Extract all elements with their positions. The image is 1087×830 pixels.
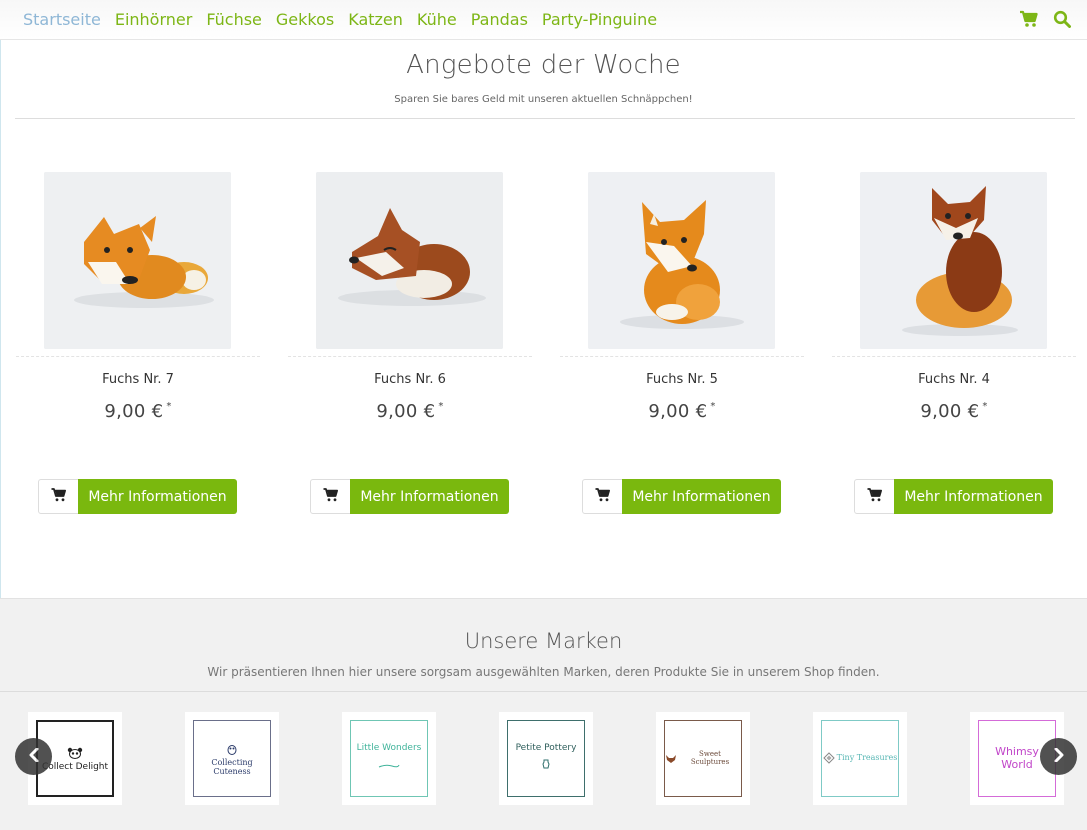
search-icon[interactable] <box>1053 10 1071 28</box>
carousel-prev-button[interactable] <box>15 738 52 775</box>
brands-divider <box>0 691 1087 692</box>
brands-subtitle: Wir präsentieren Ihnen hier unsere sorgs… <box>207 665 880 679</box>
nav-item-fuechse[interactable]: Füchse <box>199 10 269 30</box>
cart-icon <box>595 487 611 506</box>
brand-logo-petite-pottery[interactable]: Petite Pottery <box>499 712 593 805</box>
product-name[interactable]: Fuchs Nr. 6 <box>288 372 532 387</box>
product-price: 9,00 € * <box>560 401 804 422</box>
brand-frame: Sweet Sculptures <box>664 720 742 797</box>
brand-frame: Petite Pottery <box>507 720 585 797</box>
price-footnote-star: * <box>982 401 988 412</box>
offers-divider <box>15 118 1075 119</box>
product-divider <box>16 356 260 357</box>
brand-name: Sweet Sculptures <box>690 749 730 766</box>
product-divider <box>832 356 1076 357</box>
brand-name: Little Wonders <box>356 743 422 754</box>
fox-head-icon <box>665 749 677 768</box>
price-footnote-star: * <box>166 401 172 412</box>
cart-icon <box>867 487 883 506</box>
product-name[interactable]: Fuchs Nr. 7 <box>16 372 260 387</box>
brand-name: Petite Pottery <box>515 743 577 754</box>
price-value: 9,00 € <box>376 401 436 422</box>
brand-logo-little-wonders[interactable]: Little Wonders <box>342 712 436 805</box>
main-menu: Startseite Einhörner Füchse Gekkos Katze… <box>16 10 664 30</box>
offers-subtitle: Sparen Sie bares Geld mit unseren aktuel… <box>394 94 693 105</box>
cart-icon[interactable] <box>1019 10 1039 28</box>
product-card: Fuchs Nr. 5 9,00 € * Mehr Informationen <box>560 172 804 517</box>
nav-item-gekkos[interactable]: Gekkos <box>269 10 341 30</box>
product-price: 9,00 € * <box>288 401 532 422</box>
top-navigation: Startseite Einhörner Füchse Gekkos Katze… <box>0 0 1087 40</box>
product-divider <box>288 356 532 357</box>
product-image[interactable] <box>316 172 503 349</box>
diamond-icon <box>822 749 835 768</box>
price-value: 9,00 € <box>648 401 708 422</box>
vase-icon <box>541 754 551 773</box>
lizard-icon <box>378 754 400 773</box>
product-price: 9,00 € * <box>832 401 1076 422</box>
product-name[interactable]: Fuchs Nr. 5 <box>560 372 804 387</box>
brand-logo-tiny-treasures[interactable]: Tiny Treasures <box>813 712 907 805</box>
price-footnote-star: * <box>710 401 716 412</box>
more-info-button[interactable]: Mehr Informationen <box>622 479 781 514</box>
product-card: Fuchs Nr. 7 9,00 € * Mehr Informationen <box>16 172 260 517</box>
brand-frame: Collecting Cuteness <box>193 720 271 797</box>
nav-item-party-pinguine[interactable]: Party-Pinguine <box>535 10 664 30</box>
product-name[interactable]: Fuchs Nr. 4 <box>832 372 1076 387</box>
panda-icon <box>66 744 84 763</box>
carousel-next-button[interactable] <box>1040 738 1077 775</box>
cart-icon <box>51 487 67 506</box>
brand-name: Whimsy World <box>995 745 1039 771</box>
brands-title: Unsere Marken <box>464 629 623 653</box>
nav-item-pandas[interactable]: Pandas <box>464 10 535 30</box>
product-divider <box>560 356 804 357</box>
nav-item-startseite[interactable]: Startseite <box>16 10 108 30</box>
offers-title: Angebote der Woche <box>406 50 681 80</box>
brand-name: Tiny Treasures <box>836 753 898 763</box>
add-to-cart-button[interactable] <box>310 479 351 514</box>
add-to-cart-button[interactable] <box>582 479 623 514</box>
chevron-left-icon <box>28 747 40 766</box>
nav-item-katzen[interactable]: Katzen <box>341 10 410 30</box>
product-card: Fuchs Nr. 4 9,00 € * Mehr Informationen <box>832 172 1076 517</box>
owl-icon <box>226 740 238 759</box>
brand-frame: Little Wonders <box>350 720 428 797</box>
brand-frame: Tiny Treasures <box>821 720 899 797</box>
chevron-right-icon <box>1053 747 1065 766</box>
product-price: 9,00 € * <box>16 401 260 422</box>
product-image[interactable] <box>588 172 775 349</box>
add-to-cart-button[interactable] <box>854 479 895 514</box>
brand-logo-collecting-cuteness[interactable]: Collecting Cuteness <box>185 712 279 805</box>
product-card: Fuchs Nr. 6 9,00 € * Mehr Informationen <box>288 172 532 517</box>
more-info-button[interactable]: Mehr Informationen <box>350 479 509 514</box>
nav-item-kuehe[interactable]: Kühe <box>410 10 464 30</box>
more-info-button[interactable]: Mehr Informationen <box>894 479 1053 514</box>
more-info-button[interactable]: Mehr Informationen <box>78 479 237 514</box>
brand-logo-sweet-sculptures[interactable]: Sweet Sculptures <box>656 712 750 805</box>
nav-item-einhoerner[interactable]: Einhörner <box>108 10 199 30</box>
price-value: 9,00 € <box>920 401 980 422</box>
brand-name: Collect Delight <box>41 762 109 773</box>
brands-section: Unsere Marken Wir präsentieren Ihnen hie… <box>0 598 1087 830</box>
brand-name: Collecting Cuteness <box>211 758 253 776</box>
cart-icon <box>323 487 339 506</box>
price-footnote-star: * <box>438 401 444 412</box>
left-border <box>0 40 1 598</box>
product-image[interactable] <box>44 172 231 349</box>
product-image[interactable] <box>860 172 1047 349</box>
price-value: 9,00 € <box>104 401 164 422</box>
add-to-cart-button[interactable] <box>38 479 79 514</box>
